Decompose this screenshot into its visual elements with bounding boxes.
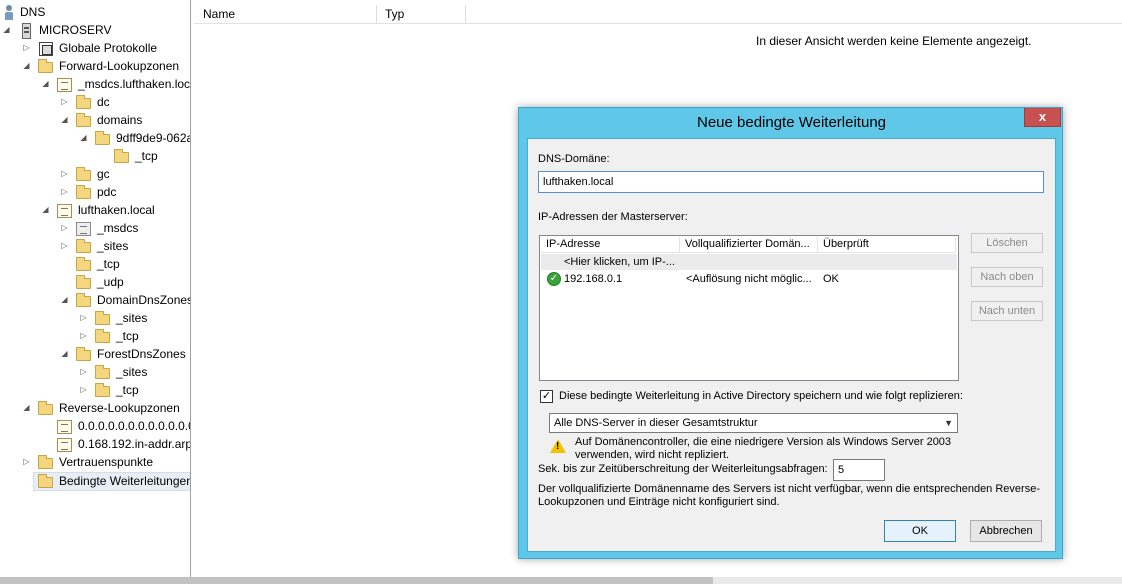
check-ok-icon: ✓ (547, 272, 561, 286)
folder-icon (76, 257, 92, 271)
expanded-arrow-icon[interactable]: ◢ (60, 291, 69, 309)
console-tree: DNS ◢ MICROSERV ▷ Globale Protokolle ◢ F… (0, 0, 191, 577)
collapsed-arrow-icon[interactable]: ▷ (79, 309, 88, 327)
empty-list-message: In dieser Ansicht werden keine Elemente … (756, 34, 1032, 48)
expanded-arrow-icon[interactable]: ◢ (2, 21, 11, 39)
folder-icon (95, 365, 111, 379)
collapsed-arrow-icon[interactable]: ▷ (22, 453, 31, 471)
grid-row[interactable]: ✓ 192.168.0.1 <Auflösung nicht möglic...… (541, 271, 957, 287)
move-up-button[interactable]: Nach oben (971, 267, 1043, 287)
grid-new-row[interactable]: <Hier klicken, um IP-... (541, 254, 957, 270)
column-header-type[interactable]: Typ (377, 5, 466, 24)
row-fqdn: <Auflösung nicht möglic... (686, 273, 812, 285)
zone-icon (57, 77, 73, 92)
expanded-arrow-icon[interactable]: ◢ (41, 201, 50, 219)
collapsed-arrow-icon[interactable]: ▷ (60, 165, 69, 183)
collapsed-arrow-icon[interactable]: ▷ (60, 219, 69, 237)
folder-icon (76, 167, 92, 181)
chevron-down-icon: ▼ (944, 418, 953, 428)
timeout-input[interactable]: 5 (833, 459, 885, 481)
warning-text-line2: verwenden, wird nicht repliziert. (575, 449, 730, 461)
delegation-zone-icon (76, 221, 92, 236)
row-ip: 192.168.0.1 (564, 273, 623, 285)
folder-icon (38, 474, 54, 488)
server-icon (19, 23, 35, 39)
collapsed-arrow-icon[interactable]: ▷ (22, 39, 31, 57)
collapsed-arrow-icon[interactable]: ▷ (79, 327, 88, 345)
folder-icon (76, 113, 92, 127)
zone-icon (57, 419, 73, 434)
folder-icon (76, 95, 92, 109)
expanded-arrow-icon[interactable]: ◢ (41, 75, 50, 93)
dns-domain-input[interactable]: lufthaken.local (538, 171, 1044, 193)
folder-icon (76, 293, 92, 307)
folder-icon (95, 383, 111, 397)
log-icon (38, 41, 54, 56)
info-text-line1: Der vollqualifizierte Domänenname des Se… (538, 483, 1040, 495)
warning-text-line1: Auf Domänencontroller, die eine niedrige… (575, 436, 952, 448)
zone-icon (57, 437, 73, 452)
folder-icon (95, 131, 111, 145)
master-servers-label: IP-Adressen der Masterserver: (538, 211, 688, 223)
folder-icon (38, 401, 54, 415)
expanded-arrow-icon[interactable]: ◢ (22, 57, 31, 75)
grid-header-validated[interactable]: Überprüft (818, 237, 956, 253)
folder-icon (38, 455, 54, 469)
row-status: OK (823, 273, 839, 285)
timeout-label: Sek. bis zur Zeitüberschreitung der Weit… (538, 463, 828, 475)
expanded-arrow-icon[interactable]: ◢ (60, 111, 69, 129)
move-down-button[interactable]: Nach unten (971, 301, 1043, 321)
collapsed-arrow-icon[interactable]: ▷ (79, 363, 88, 381)
expanded-arrow-icon[interactable]: ◢ (22, 399, 31, 417)
master-servers-grid: IP-Adresse Vollqualifizierter Domän... Ü… (539, 235, 959, 381)
close-icon: x (1038, 109, 1047, 124)
info-text-line2: Lookupzonen und Einträge nicht konfiguri… (538, 496, 780, 508)
dialog-title: Neue bedingte Weiterleitung (696, 114, 887, 131)
new-conditional-forwarder-dialog: Neue bedingte Weiterleitung x DNS-Domäne… (518, 107, 1063, 559)
zone-icon (57, 203, 73, 218)
scrollbar-thumb[interactable] (0, 577, 713, 584)
replication-scope-value: Alle DNS-Server in dieser Gesamtstruktur (554, 417, 758, 429)
collapsed-arrow-icon[interactable]: ▷ (60, 237, 69, 255)
column-header-name[interactable]: Name (195, 5, 377, 24)
folder-icon (76, 275, 92, 289)
header-divider (194, 23, 1122, 24)
expanded-arrow-icon[interactable]: ◢ (60, 345, 69, 363)
expanded-arrow-icon[interactable]: ◢ (79, 129, 88, 147)
delete-button[interactable]: Löschen (971, 233, 1043, 253)
folder-icon (95, 311, 111, 325)
folder-icon (114, 149, 130, 163)
ok-button[interactable]: OK (884, 520, 956, 542)
folder-icon (76, 185, 92, 199)
collapsed-arrow-icon[interactable]: ▷ (60, 93, 69, 111)
dialog-body: DNS-Domäne: lufthaken.local IP-Adressen … (527, 138, 1056, 552)
folder-icon (76, 347, 92, 361)
dns-icon (2, 5, 18, 20)
cancel-button[interactable]: Abbrechen (970, 520, 1042, 542)
folder-icon (95, 329, 111, 343)
close-button[interactable]: x (1024, 108, 1061, 127)
collapsed-arrow-icon[interactable]: ▷ (60, 183, 69, 201)
grid-header-fqdn[interactable]: Vollqualifizierter Domän... (680, 237, 818, 253)
horizontal-scrollbar[interactable] (0, 577, 1122, 584)
collapsed-arrow-icon[interactable]: ▷ (79, 381, 88, 399)
dns-domain-label: DNS-Domäne: (538, 153, 610, 165)
new-row-placeholder: <Hier klicken, um IP-... (564, 256, 675, 268)
grid-header-ip[interactable]: IP-Adresse (541, 237, 680, 253)
store-in-ad-label: Diese bedingte Weiterleitung in Active D… (559, 390, 963, 402)
replication-scope-select[interactable]: Alle DNS-Server in dieser Gesamtstruktur… (549, 413, 958, 433)
store-in-ad-checkbox[interactable]: ✓ (540, 390, 553, 403)
warning-icon: ! (550, 439, 566, 453)
folder-icon (38, 59, 54, 73)
folder-icon (76, 239, 92, 253)
